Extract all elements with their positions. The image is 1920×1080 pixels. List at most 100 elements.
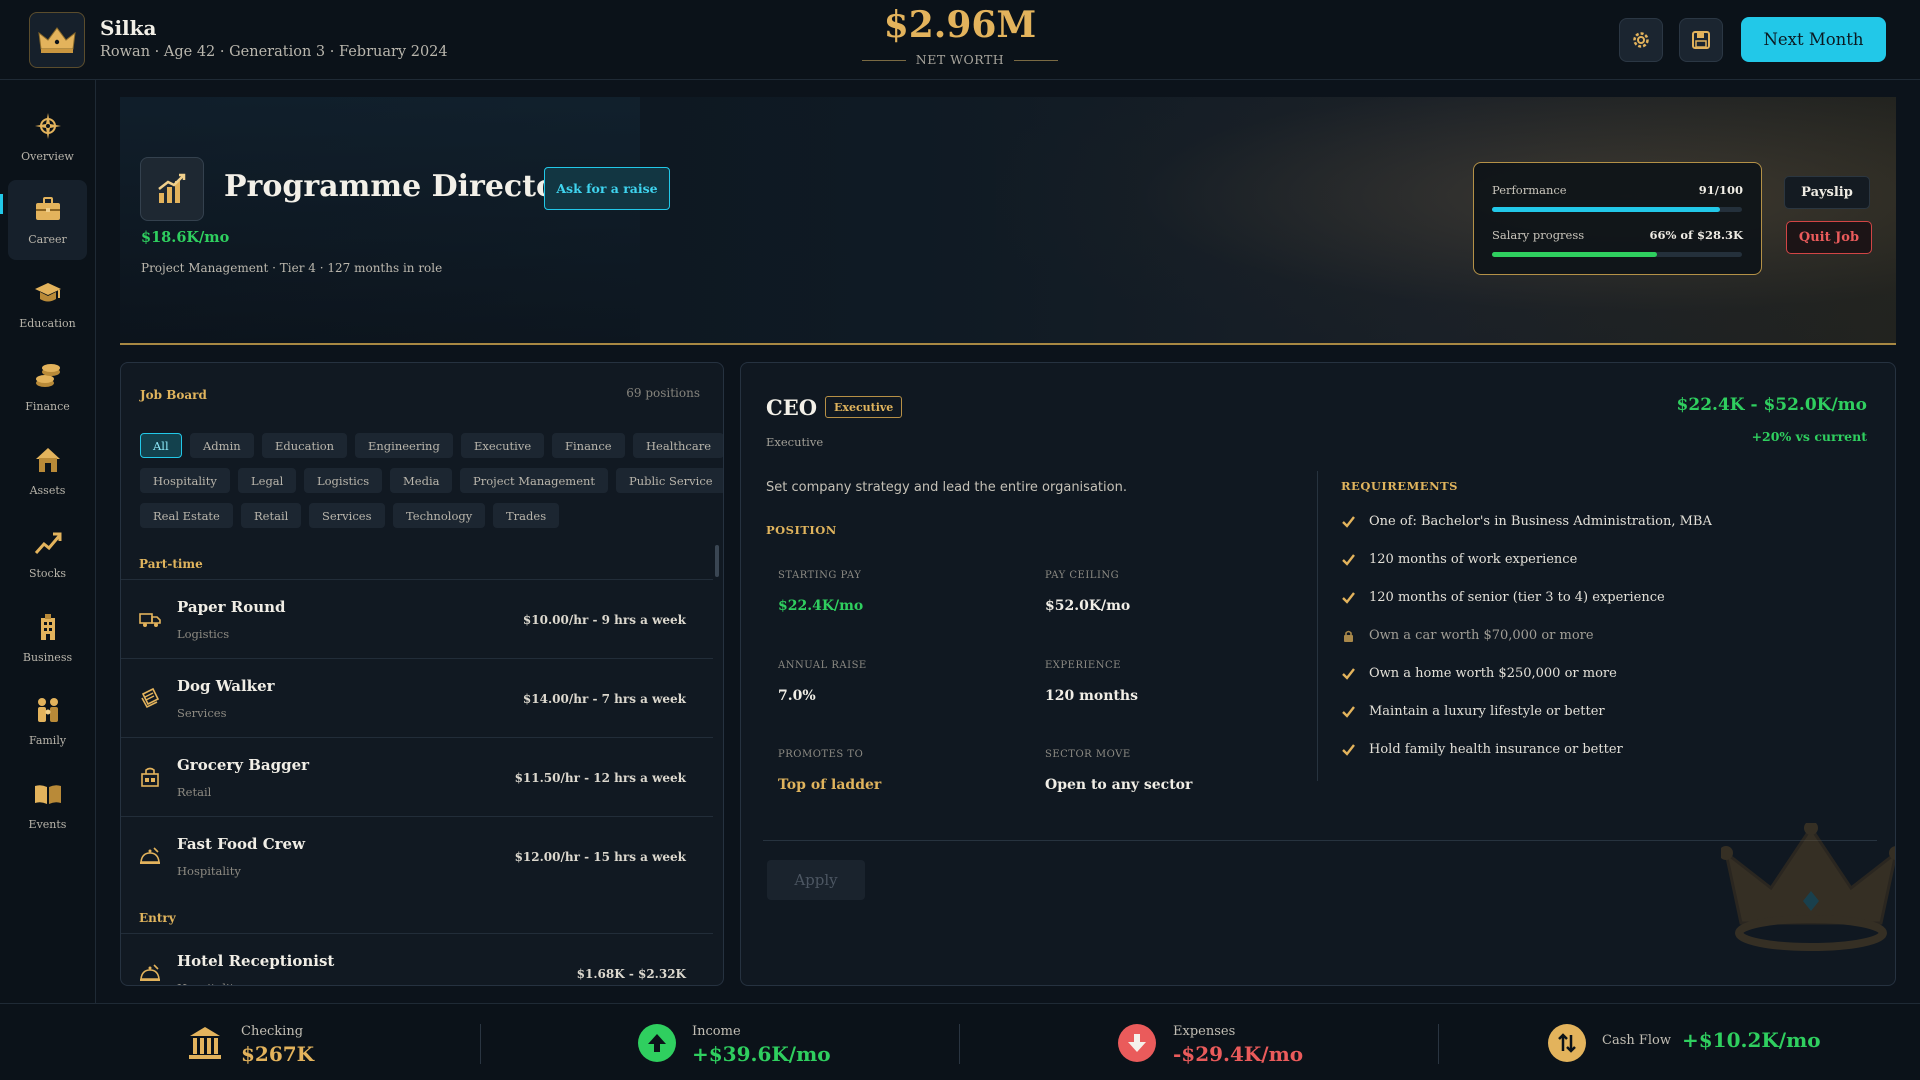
requirement-item: Own a car worth $70,000 or more	[1340, 625, 1594, 645]
trend-up-icon	[32, 527, 64, 559]
performance-card: Performance 91/100 Salary progress 66% o…	[1473, 162, 1762, 275]
experience-value: 120 months	[1045, 688, 1138, 704]
job-sector: Retail	[177, 785, 212, 799]
filter-chip-finance[interactable]: Finance	[552, 433, 625, 458]
performance-bar-fill	[1492, 207, 1720, 212]
sidebar-item-overview[interactable]: Overview	[8, 96, 87, 176]
pay-ceiling-value: $52.0K/mo	[1045, 598, 1131, 614]
requirement-item: One of: Bachelor's in Business Administr…	[1340, 511, 1712, 531]
next-month-button[interactable]: Next Month	[1741, 17, 1886, 62]
filter-chip-retail[interactable]: Retail	[241, 503, 302, 528]
filter-chip-real-estate[interactable]: Real Estate	[140, 503, 233, 528]
sidebar-item-family[interactable]: Family	[8, 681, 87, 761]
shop-icon	[137, 764, 163, 790]
swap-arrows-icon	[1548, 1024, 1586, 1062]
position-heading: POSITION	[766, 523, 837, 537]
current-job-meta: Project Management · Tier 4 · 127 months…	[141, 261, 443, 275]
job-row[interactable]: Grocery Bagger Retail $11.50/hr - 12 hrs…	[121, 737, 713, 816]
service-bell-icon	[137, 843, 163, 869]
sidebar-item-business[interactable]: Business	[8, 597, 87, 677]
service-bell-icon	[137, 960, 163, 985]
job-list-scrollbar[interactable]	[715, 545, 719, 577]
job-pay: $11.50/hr - 12 hrs a week	[514, 771, 686, 785]
sidebar-item-finance[interactable]: Finance	[8, 347, 87, 427]
sidebar-item-assets[interactable]: Assets	[8, 430, 87, 510]
performance-label: Performance	[1492, 183, 1567, 197]
crown-logo-icon	[29, 12, 85, 68]
group-label-entry: Entry	[139, 911, 176, 925]
top-bar: Silka Rowan · Age 42 · Generation 3 · Fe…	[0, 0, 1920, 80]
filter-chip-executive[interactable]: Executive	[461, 433, 545, 458]
job-pay: $1.68K - $2.32K	[576, 967, 686, 981]
requirement-text: One of: Bachelor's in Business Administr…	[1369, 513, 1712, 529]
requirement-text: 120 months of senior (tier 3 to 4) exper…	[1369, 589, 1665, 605]
job-row[interactable]: Paper Round Logistics $10.00/hr - 9 hrs …	[121, 579, 713, 658]
arrow-down-icon	[1118, 1024, 1156, 1062]
expenses-label: Expenses	[1173, 1024, 1236, 1039]
ask-for-raise-button[interactable]: Ask for a raise	[544, 167, 670, 210]
salary-progress-value: 66% of $28.3K	[1649, 228, 1743, 242]
requirement-text: Own a home worth $250,000 or more	[1369, 665, 1617, 681]
sector-move-value: Open to any sector	[1045, 777, 1193, 793]
filter-chip-engineering[interactable]: Engineering	[355, 433, 453, 458]
starting-pay-label: STARTING PAY	[778, 570, 862, 581]
filter-chip-media[interactable]: Media	[390, 468, 453, 493]
detail-pay-range: $22.4K - $52.0K/mo	[1676, 395, 1867, 415]
payslip-button[interactable]: Payslip	[1784, 176, 1870, 209]
salary-progress-bar	[1492, 252, 1742, 257]
sidebar: Overview Career Education Finance Assets Stoc…	[0, 80, 96, 1003]
sidebar-item-career[interactable]: Career	[0, 179, 87, 260]
filter-chip-technology[interactable]: Technology	[393, 503, 486, 528]
promotes-to-value: Top of ladder	[778, 777, 882, 793]
detail-tier-badge: Executive	[825, 396, 903, 418]
filter-chip-healthcare[interactable]: Healthcare	[633, 433, 723, 458]
floppy-disk-icon	[1692, 31, 1710, 49]
truck-icon	[137, 606, 163, 632]
settings-button[interactable]	[1619, 18, 1663, 62]
job-row[interactable]: Hotel Receptionist Hospitality $1.68K - …	[121, 933, 713, 985]
job-sector: Logistics	[177, 627, 230, 641]
detail-description: Set company strategy and lead the entire…	[766, 480, 1127, 495]
job-row[interactable]: Dog Walker Services $14.00/hr - 7 hrs a …	[121, 658, 713, 737]
net-worth-value: $2.96M	[883, 4, 1037, 46]
sidebar-item-label: Overview	[21, 149, 74, 163]
checking-value: $267K	[241, 1042, 315, 1066]
sidebar-item-label: Finance	[25, 400, 70, 413]
income-value: +$39.6K/mo	[692, 1042, 831, 1066]
sidebar-item-events[interactable]: Events	[8, 764, 87, 844]
detail-sector: Executive	[766, 435, 824, 449]
job-detail-panel: CEO Executive Executive $22.4K - $52.0K/…	[740, 362, 1896, 986]
sector-move-label: SECTOR MOVE	[1045, 749, 1131, 760]
sidebar-item-stocks[interactable]: Stocks	[8, 514, 87, 594]
requirement-item: 120 months of senior (tier 3 to 4) exper…	[1340, 587, 1665, 607]
requirement-item: Own a home worth $250,000 or more	[1340, 663, 1617, 683]
sidebar-item-education[interactable]: Education	[8, 263, 87, 343]
filter-chip-project-management[interactable]: Project Management	[460, 468, 609, 493]
filter-chip-legal[interactable]: Legal	[238, 468, 297, 493]
detail-vertical-divider	[1317, 471, 1318, 781]
filter-chip-hospitality[interactable]: Hospitality	[140, 468, 230, 493]
experience-label: EXPERIENCE	[1045, 660, 1121, 671]
house-icon	[32, 444, 64, 476]
job-pay: $12.00/hr - 15 hrs a week	[514, 850, 686, 864]
filter-chip-admin[interactable]: Admin	[190, 433, 254, 458]
job-name: Grocery Bagger	[177, 756, 310, 774]
job-row[interactable]: Fast Food Crew Hospitality $12.00/hr - 1…	[121, 816, 713, 895]
filter-chip-logistics[interactable]: Logistics	[304, 468, 383, 493]
save-button[interactable]	[1679, 18, 1723, 62]
job-name: Fast Food Crew	[177, 835, 305, 853]
filter-chip-all[interactable]: All	[140, 433, 182, 458]
job-name: Hotel Receptionist	[177, 952, 335, 970]
filter-chip-education[interactable]: Education	[262, 433, 348, 458]
filter-chip-services[interactable]: Services	[309, 503, 385, 528]
current-job-salary: $18.6K/mo	[141, 229, 230, 246]
quit-job-button[interactable]: Quit Job	[1786, 221, 1872, 254]
requirements-heading: REQUIREMENTS	[1341, 479, 1458, 493]
apply-button[interactable]: Apply	[767, 860, 865, 900]
salary-progress-bar-fill	[1492, 252, 1657, 257]
job-sector: Hospitality	[177, 981, 241, 985]
filter-chip-trades[interactable]: Trades	[493, 503, 560, 528]
briefcase-icon	[32, 193, 64, 225]
sidebar-item-label: Family	[28, 734, 67, 747]
filter-chip-public-service[interactable]: Public Service	[616, 468, 723, 493]
